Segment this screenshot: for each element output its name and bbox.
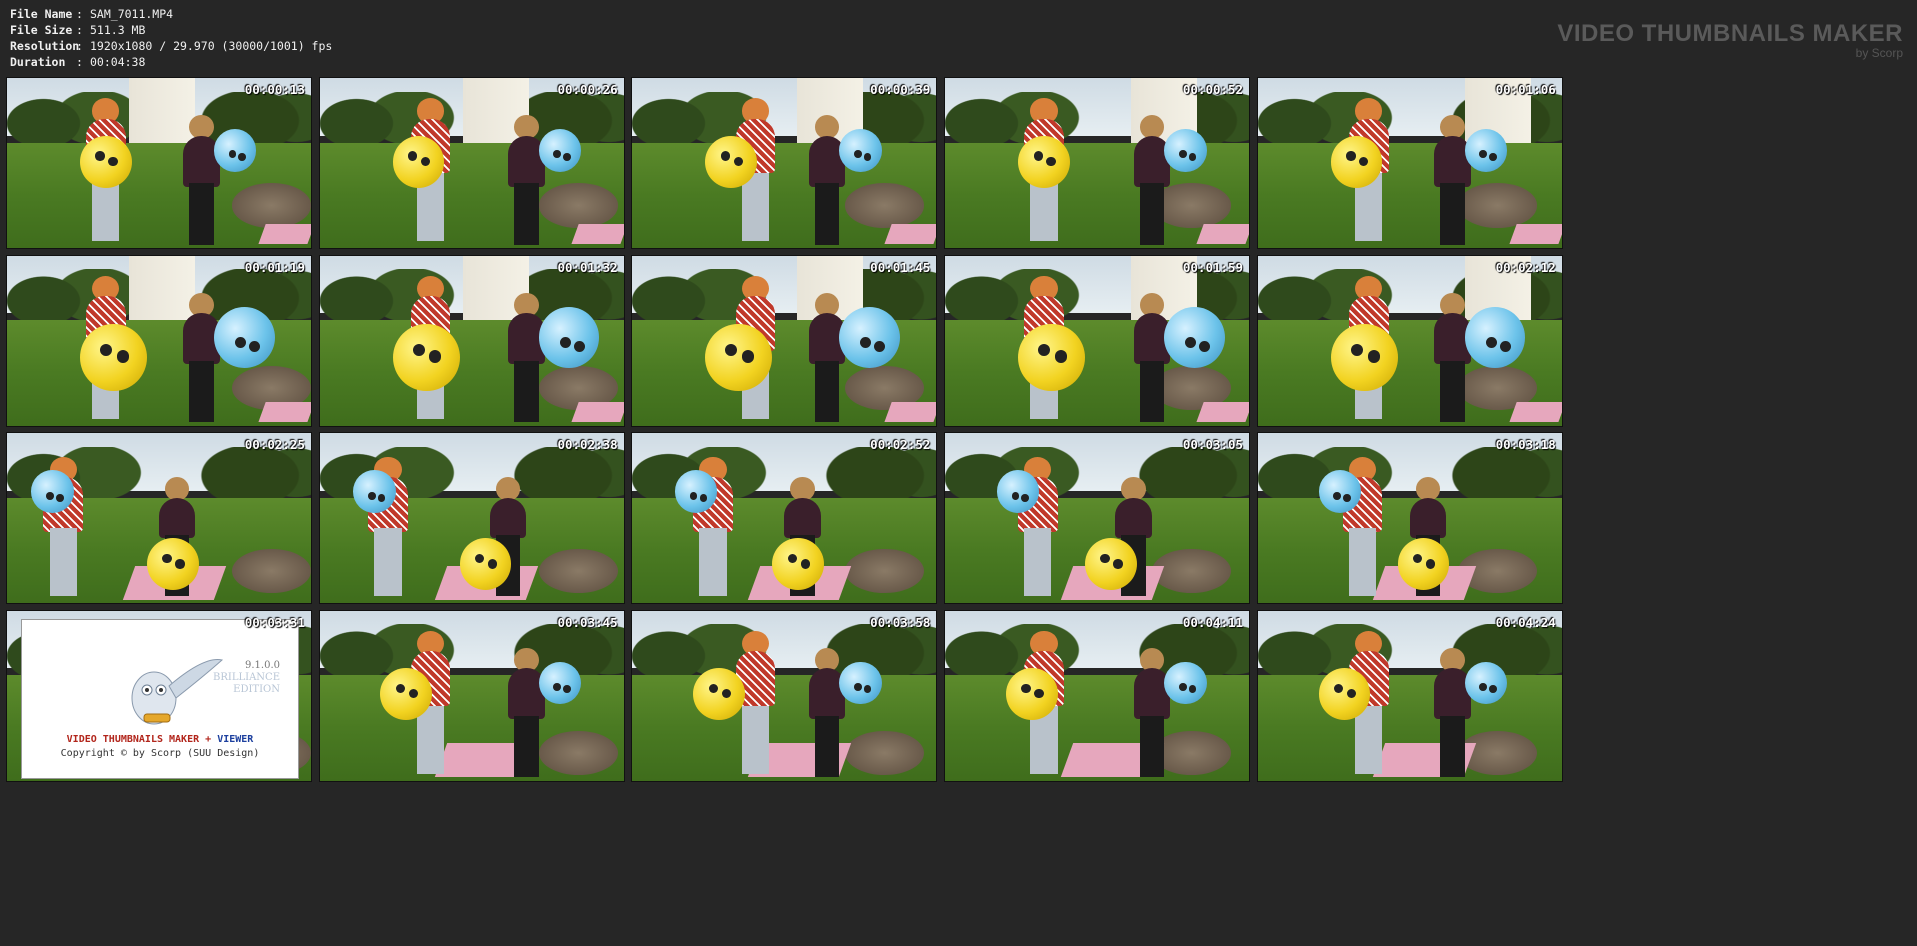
copyright-text: Copyright © by Scorp (SUU Design)	[60, 747, 260, 759]
video-frame	[319, 255, 624, 426]
thumbnail-timestamp: 00:04:11	[1182, 614, 1244, 630]
thumbnail-timestamp: 00:04:24	[1495, 614, 1556, 630]
owl-logo-icon	[131, 658, 224, 724]
thumbnail-timestamp: 00:01:59	[1182, 259, 1244, 275]
thumbnail[interactable]: 00:03:18	[1256, 432, 1563, 604]
thumbnail-timestamp: 00:00:39	[870, 82, 931, 97]
video-frame	[632, 433, 937, 603]
video-frame	[945, 433, 1250, 603]
info-sep: :	[76, 23, 83, 37]
thumbnail[interactable]: 00:01:06	[1256, 77, 1563, 249]
thumbnail-timestamp: 00:00:26	[557, 82, 618, 97]
about-splash: 9.1.0.0 BRILLIANCE EDITION VIDEO THUMBNAILS…	[21, 618, 299, 779]
info-key: Resolution	[10, 39, 80, 53]
thumbnail[interactable]: 00:01:45	[631, 254, 938, 427]
thumbnail-timestamp: 00:03:18	[1495, 437, 1556, 452]
product-name-plus: +	[205, 733, 212, 745]
info-value: 511.3 MB	[90, 23, 146, 37]
video-frame	[945, 255, 1250, 426]
info-value: SAM_7011.MP4	[90, 7, 174, 21]
thumbnail[interactable]: 00:00:52	[944, 77, 1251, 249]
thumbnail-timestamp: 00:02:52	[870, 437, 931, 452]
product-name: VIDEO THUMBNAILS MAKER + VIEWER	[22, 734, 298, 745]
thumbnail-timestamp: 00:02:25	[244, 437, 305, 452]
thumbnail[interactable]: 00:00:39	[631, 77, 938, 249]
thumbnail-timestamp: 00:03:58	[870, 614, 931, 630]
video-frame	[7, 433, 311, 603]
video-frame	[319, 433, 624, 603]
info-sep: :	[76, 39, 83, 53]
info-row-duration: Duration : 00:04:38	[10, 54, 332, 70]
product-name-part1: VIDEO THUMBNAILS MAKER	[66, 733, 200, 745]
thumbnail-timestamp: 00:03:31	[244, 614, 305, 630]
thumbnail[interactable]: 00:03:58	[631, 609, 938, 782]
edition-line-1: BRILLIANCE	[213, 671, 280, 683]
video-frame	[1257, 78, 1562, 248]
brand-subtitle: by Scorp	[1855, 46, 1903, 60]
video-frame	[1257, 610, 1562, 781]
thumbnail-timestamp: 00:02:12	[1495, 259, 1556, 275]
info-value: 1920x1080 / 29.970 (30000/1001) fps	[90, 39, 333, 53]
thumbnail-timestamp: 00:00:13	[244, 82, 305, 97]
video-frame	[945, 610, 1250, 781]
file-info: File Name : SAM_7011.MP4 File Size : 511…	[10, 6, 332, 70]
info-sep: :	[76, 55, 83, 69]
thumbnail-timestamp: 00:03:05	[1182, 437, 1244, 452]
video-frame	[319, 610, 624, 781]
video-frame	[7, 255, 311, 426]
video-frame	[319, 78, 624, 248]
info-row-file-size: File Size : 511.3 MB	[10, 22, 332, 38]
product-name-part2: VIEWER	[217, 733, 254, 745]
info-key: File Size	[10, 23, 73, 37]
thumbnail[interactable]: 9.1.0.0 BRILLIANCE EDITION VIDEO THUMBNAILS…	[6, 609, 312, 782]
info-key: File Name	[10, 7, 73, 21]
thumbnail-timestamp: 00:01:06	[1495, 82, 1556, 97]
video-frame	[1257, 255, 1562, 426]
brand-watermark: VIDEO THUMBNAILS MAKER by Scorp	[1557, 20, 1903, 60]
thumbnail[interactable]: 00:01:59	[944, 254, 1251, 427]
video-frame	[1257, 433, 1562, 603]
version-number: 9.1.0.0	[245, 659, 280, 671]
video-frame	[632, 255, 937, 426]
thumbnail[interactable]: 00:00:26	[318, 77, 625, 249]
thumbnail[interactable]: 00:03:05	[944, 432, 1251, 604]
thumbnail[interactable]: 00:02:52	[631, 432, 938, 604]
video-frame	[7, 78, 311, 248]
thumbnail-timestamp: 00:01:32	[557, 259, 618, 275]
info-sep: :	[76, 7, 83, 21]
thumbnail[interactable]: 00:02:25	[6, 432, 312, 604]
version-block: 9.1.0.0 BRILLIANCE EDITION	[213, 660, 280, 696]
thumbnail[interactable]: 00:01:32	[318, 254, 625, 427]
thumbnail[interactable]: 00:02:12	[1256, 254, 1563, 427]
thumbnail[interactable]: 00:00:13	[6, 77, 312, 249]
info-row-file-name: File Name : SAM_7011.MP4	[10, 6, 332, 22]
thumbnail[interactable]: 00:04:11	[944, 609, 1251, 782]
thumbnail-timestamp: 00:00:52	[1182, 82, 1244, 97]
thumbnail-timestamp: 00:01:19	[244, 259, 305, 275]
thumbnail-timestamp: 00:03:45	[557, 614, 618, 630]
info-row-resolution: Resolution : 1920x1080 / 29.970 (30000/1…	[10, 38, 332, 54]
thumbnail[interactable]: 00:03:45	[318, 609, 625, 782]
info-key: Duration	[10, 55, 66, 69]
video-frame	[945, 78, 1250, 248]
brand-title: VIDEO THUMBNAILS MAKER	[1557, 20, 1903, 47]
thumbnail[interactable]: 00:04:24	[1256, 609, 1563, 782]
thumbnail-timestamp: 00:02:38	[557, 437, 618, 452]
thumbnail-timestamp: 00:01:45	[870, 259, 931, 275]
edition-line-2: EDITION	[233, 683, 280, 695]
thumbnail[interactable]: 00:02:38	[318, 432, 625, 604]
video-frame	[632, 78, 937, 248]
video-frame	[632, 610, 937, 781]
info-value: 00:04:38	[90, 55, 146, 69]
thumbnail[interactable]: 00:01:19	[6, 254, 312, 427]
